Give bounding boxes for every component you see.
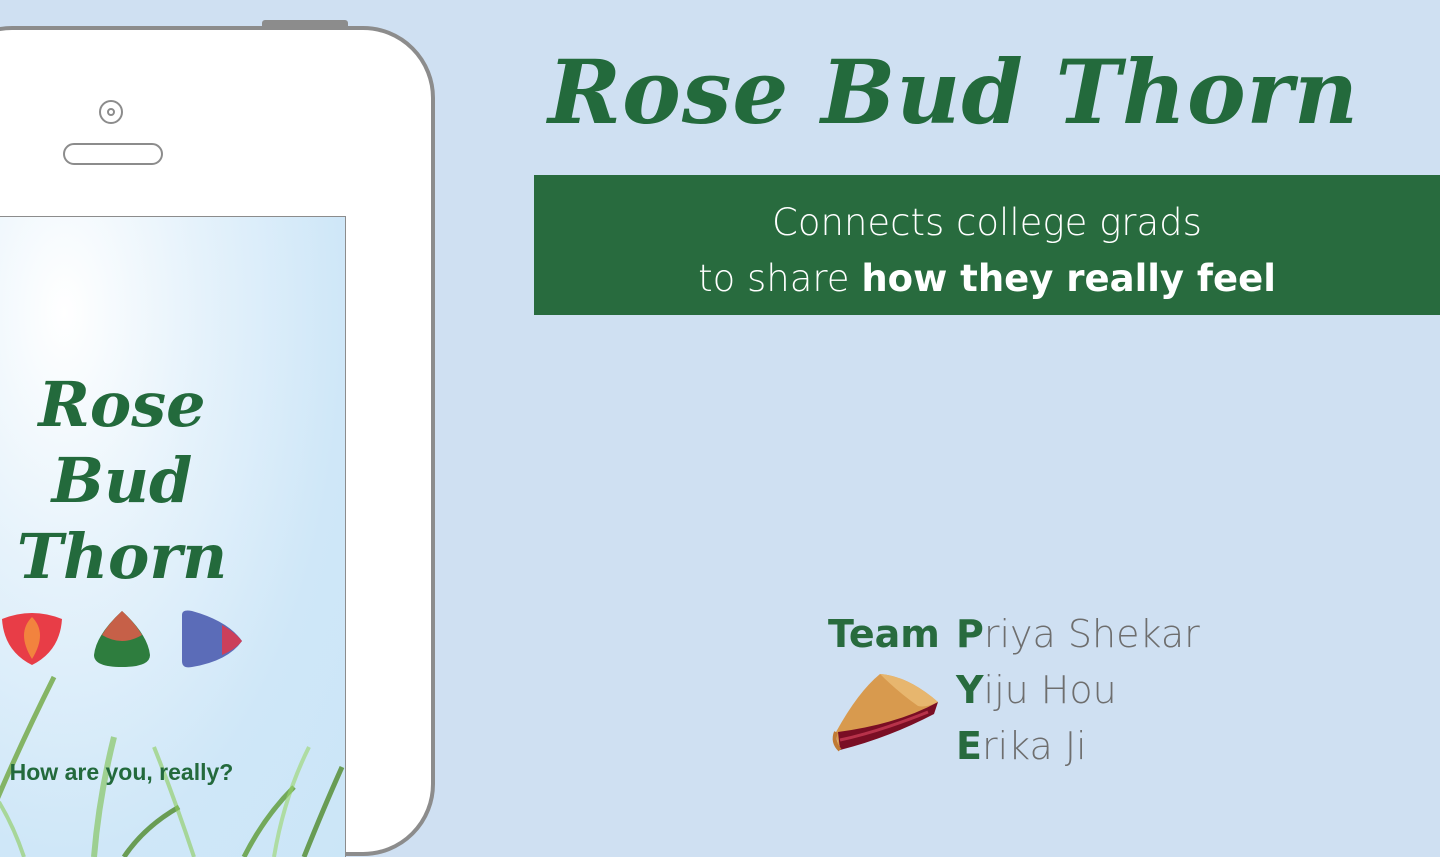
bud-icon[interactable] <box>94 611 150 667</box>
category-icons <box>2 610 242 668</box>
page-title: Rose Bud Thorn <box>548 40 1360 144</box>
tagline-line-2: to share how they really feel <box>534 251 1440 307</box>
screen-title-line: Thorn <box>16 520 228 593</box>
team-member: Yiju Hou <box>956 668 1117 712</box>
screen-title: Rose Bud Thorn <box>0 367 300 595</box>
phone-side-button <box>262 20 348 28</box>
member-initial: P <box>956 612 984 656</box>
team-section: Team Priya Shekar Yiju Hou Erika Ji <box>828 612 1248 792</box>
phone-screen: Rose Bud Thorn How are you, really? <box>0 216 346 857</box>
screen-title-line: Bud <box>51 444 193 517</box>
thorn-icon[interactable] <box>182 610 242 668</box>
tagline-banner: Connects college grads to share how they… <box>534 175 1440 315</box>
member-name-rest: rika Ji <box>981 724 1087 768</box>
member-name-rest: riya Shekar <box>983 612 1200 656</box>
member-name-rest: iju Hou <box>983 668 1117 712</box>
screen-title-line: Rose <box>38 368 206 441</box>
team-member: Priya Shekar <box>956 612 1200 656</box>
screen-question: How are you, really? <box>9 759 234 785</box>
tagline-line-1: Connects college grads <box>772 201 1202 244</box>
member-initial: Y <box>956 668 984 712</box>
tagline-prefix: to share <box>698 257 862 300</box>
pie-icon <box>832 674 938 752</box>
team-member: Erika Ji <box>956 724 1087 768</box>
grass-decoration <box>0 675 345 857</box>
speaker-grille <box>63 143 163 165</box>
camera-icon <box>99 100 123 124</box>
team-label: Team <box>828 612 940 656</box>
member-initial: E <box>956 724 982 768</box>
phone-mockup: Rose Bud Thorn How are you, really? <box>0 26 435 857</box>
tagline-emphasis: how they really feel <box>861 257 1276 300</box>
rose-icon[interactable] <box>2 613 62 665</box>
